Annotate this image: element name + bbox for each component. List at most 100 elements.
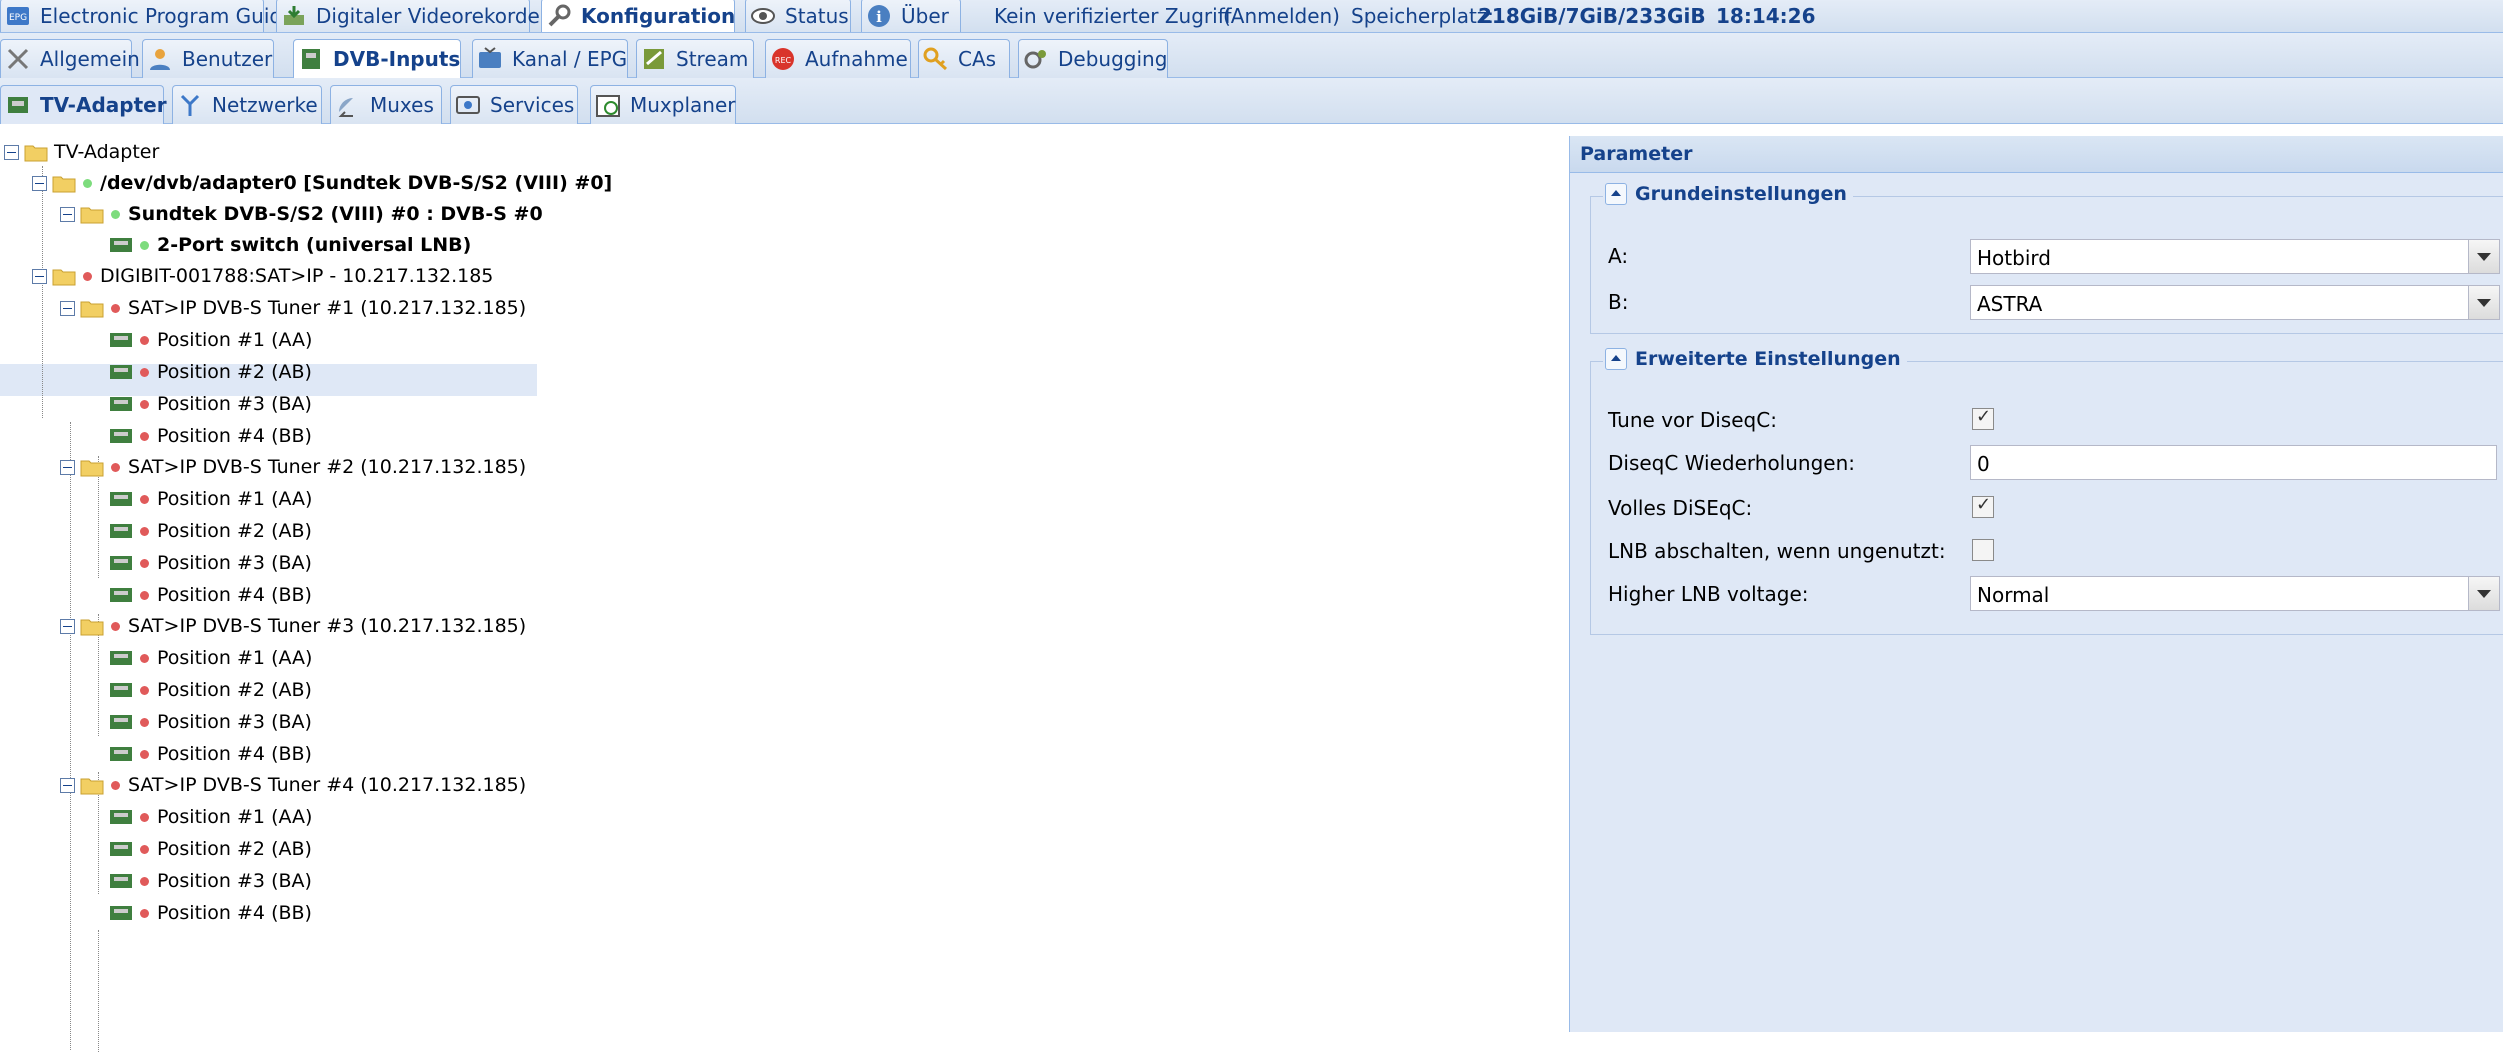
tree-node-position[interactable]: Position #2 (AB) (108, 833, 312, 865)
status-dot-error (140, 876, 149, 886)
tab-dvb-inputs[interactable]: DVB-Inputs (293, 39, 461, 78)
tree-node-tuner-2[interactable]: SAT>IP DVB-S Tuner #2 (10.217.132.185) (60, 451, 526, 483)
tuner-card-icon (110, 524, 132, 538)
tree-node-satip[interactable]: DIGIBIT-001788:SAT>IP - 10.217.132.185 (32, 260, 493, 292)
tree-node-position[interactable]: Position #2 (AB) (108, 515, 312, 547)
tab-networks[interactable]: Netzwerke (172, 85, 322, 124)
tab-dvr[interactable]: Digitaler Videorekorder (276, 0, 548, 32)
chevron-down-icon[interactable] (2468, 286, 2499, 319)
collapse-toggle[interactable] (32, 268, 47, 284)
tv-icon (479, 47, 501, 68)
status-dot-error (140, 367, 149, 377)
tree-node-label: Position #3 (BA) (157, 393, 312, 415)
tab-configuration[interactable]: Konfiguration (541, 0, 735, 32)
lnb-voltage-select[interactable]: Normal (1970, 576, 2500, 611)
tab-stream[interactable]: Stream (636, 39, 754, 78)
field-label-voltage: Higher LNB voltage: (1608, 582, 1809, 606)
tab-general[interactable]: Allgemein (0, 39, 140, 78)
tab-cas[interactable]: CAs (918, 39, 1010, 78)
tree-node-label: Position #2 (AB) (157, 838, 312, 860)
tree-node-label: 2-Port switch (universal LNB) (157, 234, 472, 256)
tools-icon (7, 48, 29, 70)
login-link[interactable]: (Anmelden) (1223, 0, 1340, 32)
collapse-toggle[interactable] (60, 459, 75, 475)
tree-node-label: SAT>IP DVB-S Tuner #3 (10.217.132.185) (128, 615, 527, 637)
collapse-toggle[interactable] (60, 618, 75, 634)
status-dot-error (140, 590, 149, 600)
tree-node-position[interactable]: Position #3 (BA) (108, 706, 312, 738)
tree-node-label: Position #1 (AA) (157, 647, 313, 669)
tree-node-position[interactable]: Position #3 (BA) (108, 388, 312, 420)
tuner-card-icon (110, 238, 132, 252)
tree-node-position[interactable]: Position #1 (AA) (108, 642, 312, 674)
dvb-tabbar: TV-Adapter Netzwerke Muxes Services Muxp… (0, 78, 2503, 124)
wrench-icon (548, 4, 571, 26)
tree-node-position[interactable]: Position #3 (BA) (108, 547, 312, 579)
tab-services[interactable]: Services (450, 85, 578, 124)
tab-debugging[interactable]: Debugging (1018, 39, 1168, 78)
chevron-down-icon[interactable] (2468, 240, 2499, 273)
tuner-card-icon (110, 651, 132, 665)
tab-status[interactable]: Status (745, 0, 851, 32)
diseqc-repeats-input[interactable]: 0 (1970, 445, 2497, 480)
status-dot-error (140, 494, 149, 504)
tree-node-label: SAT>IP DVB-S Tuner #2 (10.217.132.185) (128, 456, 527, 478)
tree-node-frontend0[interactable]: Sundtek DVB-S/S2 (VIII) #0 : DVB-S #0 (60, 198, 543, 230)
tree-node-position[interactable]: Position #1 (AA) (108, 483, 312, 515)
status-dot-error (111, 303, 120, 313)
full-diseqc-checkbox[interactable] (1972, 494, 1994, 518)
tree-node-position[interactable]: Position #4 (BB) (108, 579, 312, 611)
tab-label: Status (785, 3, 849, 28)
tab-recording[interactable]: REC Aufnahme (765, 39, 911, 78)
tree-node-label: Position #1 (AA) (157, 806, 313, 828)
tree-node-position[interactable]: Position #4 (BB) (108, 738, 312, 770)
tree-node-position[interactable]: Position #2 (AB) (108, 674, 312, 706)
tuner-card-icon (110, 842, 132, 856)
status-dot-error (140, 431, 149, 441)
field-label-a: A: (1608, 244, 1629, 268)
legend-label: Erweiterte Einstellungen (1635, 348, 1901, 370)
tab-mux-scheduler[interactable]: Muxplaner (590, 85, 736, 124)
lnb-a-select[interactable]: Hotbird (1970, 239, 2500, 274)
tab-label: CAs (958, 47, 997, 71)
lnb-b-select[interactable]: ASTRA (1970, 285, 2500, 320)
tree-node-position[interactable]: Position #1 (AA) (108, 324, 312, 356)
tab-channel-epg[interactable]: Kanal / EPG (472, 39, 628, 78)
svg-text:i: i (876, 8, 882, 26)
tree-node-tuner-3[interactable]: SAT>IP DVB-S Tuner #3 (10.217.132.185) (60, 610, 526, 642)
collapse-toggle[interactable] (60, 777, 75, 793)
tree-node-tuner-4[interactable]: SAT>IP DVB-S Tuner #4 (10.217.132.185) (60, 769, 526, 801)
tune-before-diseqc-checkbox[interactable] (1972, 406, 1994, 430)
tree-node-position[interactable]: Position #2 (AB) (108, 356, 312, 388)
tab-tv-adapters[interactable]: TV-Adapter (0, 85, 167, 124)
tab-muxes[interactable]: Muxes (330, 85, 442, 124)
status-dot-error (140, 717, 149, 727)
tree-node-position[interactable]: Position #1 (AA) (108, 801, 312, 833)
tab-epg[interactable]: EPG Electronic Program Guide (0, 0, 294, 32)
status-dot-ok (111, 209, 120, 219)
tree-node-tuner-1[interactable]: SAT>IP DVB-S Tuner #1 (10.217.132.185) (60, 292, 526, 324)
collapse-up-icon[interactable] (1605, 348, 1627, 370)
tree-node-position[interactable]: Position #3 (BA) (108, 865, 312, 897)
tab-users[interactable]: Benutzer (142, 39, 274, 78)
tab-about[interactable]: i Über (861, 0, 961, 32)
tree-node-position[interactable]: Position #4 (BB) (108, 420, 312, 452)
tree-node-label: Position #4 (BB) (157, 425, 312, 447)
status-dot-error (111, 780, 120, 790)
status-dot-error (140, 526, 149, 536)
tree-node-position[interactable]: Position #4 (BB) (108, 897, 312, 929)
epg-icon: EPG (7, 6, 29, 25)
lnb-power-off-checkbox[interactable] (1972, 539, 1994, 561)
collapse-up-icon[interactable] (1605, 183, 1627, 205)
key-icon (923, 47, 948, 71)
collapse-toggle[interactable] (4, 144, 19, 160)
clock: 18:14:26 (1716, 4, 1816, 28)
tree-node-lnb-switch[interactable]: 2-Port switch (universal LNB) (108, 229, 471, 261)
folder-open-icon (80, 460, 104, 477)
collapse-toggle[interactable] (60, 206, 75, 222)
tree-node-root[interactable]: TV-Adapter (4, 136, 159, 168)
collapse-toggle[interactable] (60, 300, 75, 316)
collapse-toggle[interactable] (32, 175, 47, 191)
chevron-down-icon[interactable] (2468, 577, 2499, 610)
tree-node-adapter0[interactable]: /dev/dvb/adapter0 [Sundtek DVB-S/S2 (VII… (32, 167, 612, 199)
